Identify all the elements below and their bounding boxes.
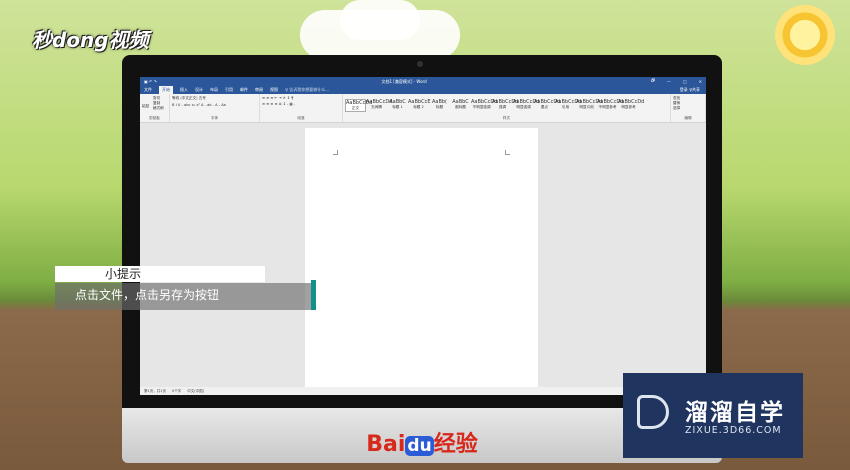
tab-view[interactable]: 视图 [270,87,278,93]
tab-references[interactable]: 引用 [225,87,233,93]
tip-accent-bar [311,280,316,310]
style-4[interactable]: AaBb(标题 [429,99,450,110]
tip-body: 点击文件，点击另存为按钮 [55,283,311,310]
group-label: 样式 [502,116,511,120]
style-10[interactable]: AaBbCcDd 引用 [555,99,581,110]
style-name: 引用 [561,105,570,109]
style-13[interactable]: AaBbCcDd 明显参考 [618,99,644,110]
style-name: 不明显强调 [472,105,491,109]
font-group: 等线 (中文正文) 五号 B I U - abc x₂ x² A - ab - … [170,94,260,122]
save-icon[interactable]: ▣ ↶ ↷ [144,79,157,84]
alignment-buttons[interactable]: ≡ ≡ ≡ ≡ ≣ ↕ - ▦ - [262,102,340,106]
close-button[interactable]: ✕ [699,79,702,84]
style-5[interactable]: AaBbC 副标题 [450,99,471,110]
style-11[interactable]: AaBbCcDd 明显引用 [576,99,602,110]
style-name: 明显引用 [579,105,594,109]
play-icon [637,395,669,429]
watermark-name: 溜溜自学 [685,400,785,426]
tip-title: 小提示 [55,266,265,282]
style-3[interactable]: AaBbCcE 标题 2 [408,99,431,110]
share-button[interactable]: 登录 ♀共享 [680,87,700,93]
style-name: 无间隔 [371,105,382,109]
style-0[interactable]: AaBbCcDd 正文 [345,99,372,112]
maximize-button[interactable]: □ [683,79,687,84]
style-8[interactable]: AaBbCcDd 明显强调 [513,99,539,110]
style-2[interactable]: AaBbC 标题 1 [387,99,408,110]
tab-layout[interactable]: 布局 [210,87,218,93]
tab-file[interactable]: 文件 [144,87,152,93]
ribbon: 粘贴 剪切 复制 格式刷 剪贴板 等线 (中文正文) 五号 B I U - ab… [140,94,706,123]
paste-button[interactable]: 粘贴 [142,104,149,109]
page-count: 第1页，共1页 [144,389,166,393]
word-window: ▣ ↶ ↷ 文档1 [兼容模式] - Word 🗗 — □ ✕ 文件 开始 插入… [140,77,706,395]
miaodong-logo: 秒dong视频 [32,28,149,52]
group-label: 编辑 [684,116,692,120]
word-count: 0个字 [171,389,182,393]
group-label: 字体 [210,116,219,120]
style-name: 明显强调 [516,105,531,109]
format-painter-button[interactable]: 格式刷 [153,106,167,111]
group-label: 剪贴板 [149,116,160,120]
tab-home[interactable]: 开始 [159,86,173,94]
tab-mailings[interactable]: 邮件 [240,87,248,93]
style-1[interactable]: AaBbCcDd 无间隔 [366,99,392,110]
margin-mark [333,150,338,155]
style-6[interactable]: AaBbCcDd 不明显强调 [471,99,497,110]
clipboard-group: 粘贴 剪切 复制 格式刷 剪贴板 [140,94,170,122]
group-label: 段落 [297,116,305,120]
tab-insert[interactable]: 插入 [180,87,188,93]
tab-review[interactable]: 审阅 [255,87,263,93]
tab-design[interactable]: 设计 [195,87,203,93]
style-name: 标题 2 [413,105,424,109]
style-name: 要点 [540,105,549,109]
style-12[interactable]: AaBbCcDd 不明显参考 [597,99,623,110]
font-name-select[interactable]: 等线 (中文正文) [172,96,198,100]
sun-decoration [770,0,840,70]
style-name: 正文 [351,106,360,110]
styles-gallery: AaBbCcDd 正文 AaBbCcDd 无间隔 AaBbC 标题 1 AaBbCcE 标题 … [343,94,671,122]
language: 中文(中国) [187,389,204,393]
tell-me-input[interactable]: ♀ 告诉我你想要做什么... [285,87,329,93]
paragraph-group: ≡ ≡ ≡ ⇤ ⇥ ✕ ↕ ¶ ≡ ≡ ≡ ≡ ≣ ↕ - ▦ - 段落 [260,94,343,122]
style-name: 强调 [498,105,507,109]
watermark-url: ZIXUE.3D66.COM [685,425,782,436]
list-buttons[interactable]: ≡ ≡ ≡ ⇤ ⇥ ✕ ↕ ¶ [262,96,340,100]
baidu-jingyan-logo: Bai du经验 [366,432,478,457]
style-name: 不明显参考 [598,105,617,109]
font-format-buttons[interactable]: B I U - abc x₂ x² A - ab - A - Aa [172,103,257,107]
window-title: 文档1 [兼容模式] - Word [381,78,427,84]
style-name: 副标题 [455,105,466,109]
style-9[interactable]: AaBbCcDd 要点 [534,99,560,110]
zixue-watermark: 溜溜自学 ZIXUE.3D66.COM [623,373,803,458]
title-bar: ▣ ↶ ↷ 文档1 [兼容模式] - Word 🗗 — □ ✕ [140,77,706,86]
style-name: 标题 [435,105,444,109]
style-7[interactable]: AaBbCcDd 强调 [492,99,518,110]
status-bar: 第1页，共1页 0个字 中文(中国) [140,387,706,395]
document-page[interactable] [305,128,538,388]
restore-icon[interactable]: 🗗 [651,78,655,85]
style-name: 明显参考 [621,105,636,109]
font-size-select[interactable]: 五号 [199,96,206,100]
select-button[interactable]: 选择 [673,106,703,111]
style-name: 标题 1 [392,105,403,109]
minimize-button[interactable]: — [667,79,671,84]
margin-mark [505,150,510,155]
ribbon-tabs: 文件 开始 插入 设计 布局 引用 邮件 审阅 视图 ♀ 告诉我你想要做什么..… [140,86,706,94]
camera-icon [417,61,423,67]
editing-group: 查找 替换 选择 编辑 [671,94,706,122]
